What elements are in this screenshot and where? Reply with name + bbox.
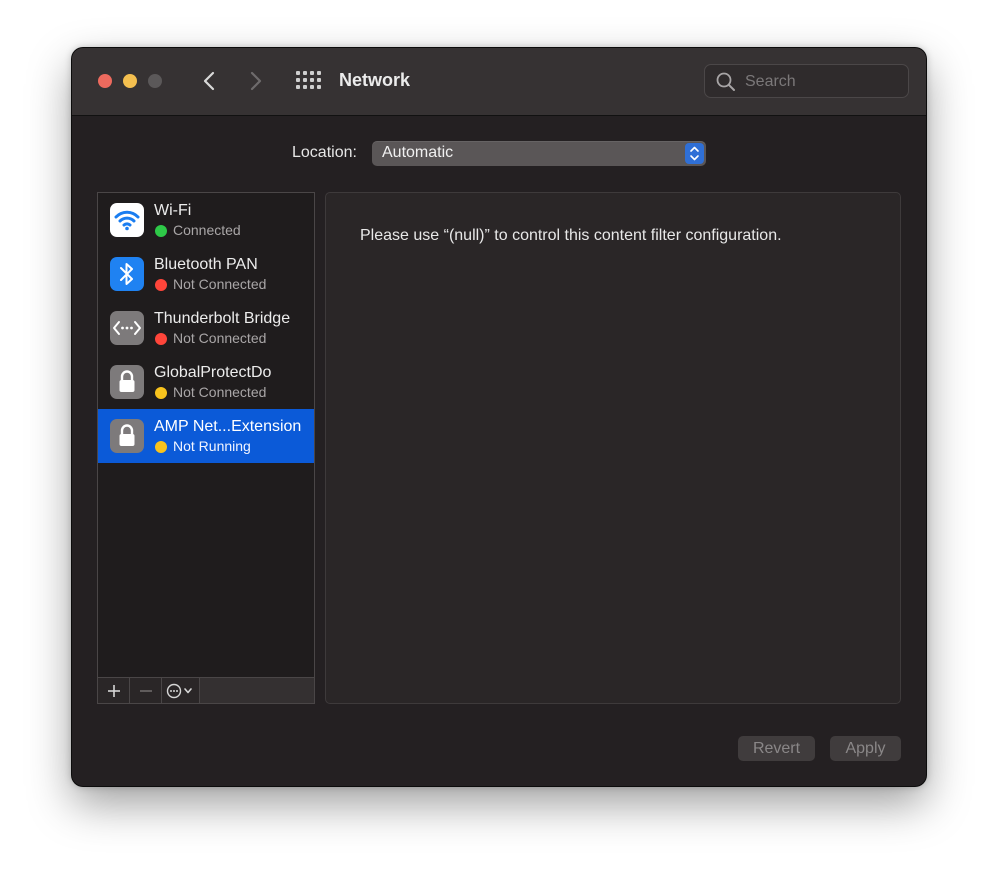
window-title: Network [339,70,411,90]
service-name: Wi-Fi [154,202,192,219]
lock-icon [110,419,144,453]
status-dot [155,279,167,291]
service-item-bluetooth-pan[interactable]: Bluetooth PAN Not Connected [98,247,314,301]
network-preferences-window: Network Location: Automatic [72,48,926,786]
location-select[interactable]: Automatic [372,141,706,166]
service-list-toolbar [98,677,314,703]
location-value: Automatic [382,144,454,161]
select-stepper [685,143,704,164]
minus-icon [139,689,152,692]
chevron-left-icon [203,71,215,91]
status-dot [155,225,167,237]
search-icon [716,72,735,91]
status-dot [155,387,167,399]
back-button[interactable] [195,66,223,96]
minimize-button[interactable] [123,74,137,88]
status-dot [155,441,167,453]
service-list: Wi-Fi Connected Bluetooth PAN Not Connec… [97,192,315,704]
search-input[interactable] [743,71,897,93]
service-status: Connected [173,222,241,238]
remove-service-button[interactable] [130,678,162,703]
action-menu-button[interactable] [162,678,200,703]
service-status: Not Running [173,438,251,454]
apply-button[interactable]: Apply [830,736,901,761]
thunderbolt-bridge-icon [110,311,144,345]
chevron-right-icon [250,71,262,91]
service-item-thunderbolt-bridge[interactable]: Thunderbolt Bridge Not Connected [98,301,314,355]
close-button[interactable] [98,74,112,88]
service-name: AMP Net...Extension [154,418,302,435]
service-status: Not Connected [173,276,267,292]
service-detail-pane: Please use “(null)” to control this cont… [325,192,901,704]
forward-button[interactable] [242,66,270,96]
toolbar-spacer [200,678,314,703]
status-dot [155,333,167,345]
up-down-chevron-icon [690,146,699,161]
location-label: Location: [292,144,357,161]
service-status: Not Connected [173,384,267,400]
show-all-button[interactable] [296,71,321,91]
service-name: Bluetooth PAN [154,256,258,273]
wifi-icon [110,203,144,237]
search-field[interactable] [704,64,909,98]
service-item-wifi[interactable]: Wi-Fi Connected [98,193,314,247]
service-status: Not Connected [173,330,267,346]
titlebar: Network [72,48,926,116]
revert-button[interactable]: Revert [738,736,815,761]
ellipsis-circle-icon [166,683,192,698]
zoom-button[interactable] [148,74,162,88]
add-service-button[interactable] [98,678,130,703]
service-item-amp-extension[interactable]: AMP Net...Extension Not Running [98,409,314,463]
service-name: Thunderbolt Bridge [154,310,291,327]
lock-icon [110,365,144,399]
content-filter-message: Please use “(null)” to control this cont… [360,227,782,244]
plus-icon [107,684,120,697]
bluetooth-icon [110,257,144,291]
service-name: GlobalProtectDo [154,364,272,381]
service-item-globalprotect[interactable]: GlobalProtectDo Not Connected [98,355,314,409]
